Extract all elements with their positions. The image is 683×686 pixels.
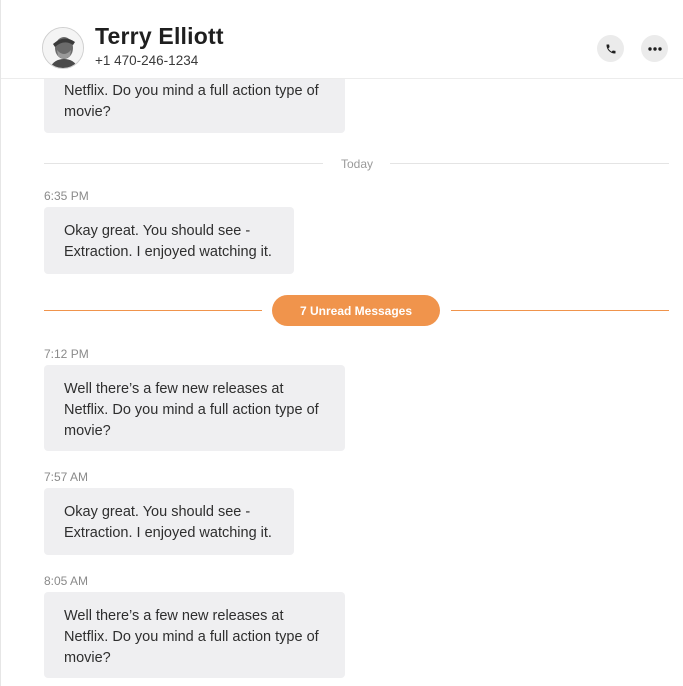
call-button[interactable] [597, 35, 624, 62]
contact-phone: +1 470-246-1234 [95, 53, 199, 68]
more-options-button[interactable] [641, 35, 668, 62]
message-timestamp: 7:57 AM [44, 470, 89, 484]
message-timestamp: 6:35 PM [44, 189, 89, 203]
message-line: Netflix. Do you mind a full action type … [64, 629, 319, 645]
message-line: Okay great. You should see - [64, 223, 251, 239]
message-line: Okay great. You should see - [64, 504, 251, 520]
message-bubble: Okay great. You should see - Extraction.… [44, 207, 294, 274]
message-line: movie? [64, 104, 111, 120]
unread-divider-right [451, 310, 669, 311]
chat-header: Terry Elliott +1 470-246-1234 [1, 0, 683, 79]
contact-avatar[interactable] [42, 27, 84, 69]
message-bubble: Okay great. You should see - Extraction.… [44, 488, 294, 555]
message-bubble: Well there’s a few new releases at Netfl… [44, 365, 345, 451]
unread-divider-left [44, 310, 262, 311]
message-timestamp: 8:05 AM [44, 574, 89, 588]
message-bubble: Well there’s a few new releases at Netfl… [44, 592, 345, 678]
today-label: Today [341, 157, 374, 171]
more-horizontal-icon [647, 46, 662, 51]
today-divider-left [44, 163, 323, 164]
avatar-photo [43, 28, 83, 68]
phone-icon [606, 44, 615, 53]
message-line: Netflix. Do you mind a full action type … [64, 402, 319, 418]
message-thread[interactable]: Netflix. Do you mind a full action type … [1, 0, 683, 686]
chat-window: Netflix. Do you mind a full action type … [0, 0, 683, 686]
message-timestamp: 7:12 PM [44, 347, 89, 361]
message-line: movie? [64, 423, 111, 439]
message-line: Extraction. I enjoyed watching it. [64, 244, 272, 260]
contact-name: Terry Elliott [95, 23, 224, 49]
message-line: Extraction. I enjoyed watching it. [64, 525, 272, 541]
message-line: Well there’s a few new releases at [64, 381, 284, 397]
today-divider-right [390, 163, 669, 164]
message-line: movie? [64, 650, 111, 666]
message-line: Netflix. Do you mind a full action type … [64, 83, 319, 99]
unread-messages-badge[interactable]: 7 Unread Messages [272, 295, 440, 326]
message-line: Well there’s a few new releases at [64, 608, 284, 624]
